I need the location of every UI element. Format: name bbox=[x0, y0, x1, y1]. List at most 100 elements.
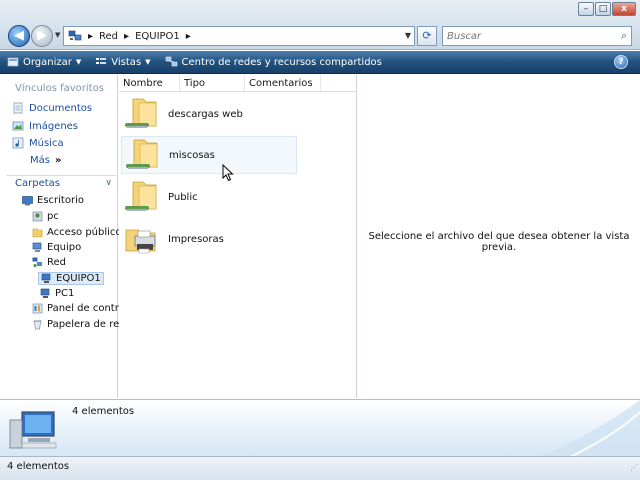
network-center-label: Centro de redes y recursos compartidos bbox=[181, 56, 382, 68]
address-bar[interactable]: ▸ Red ▸ EQUIPO1 ▸ ▼ bbox=[63, 26, 415, 46]
recent-pages-dropdown[interactable]: ▼ bbox=[55, 31, 60, 39]
network-icon bbox=[32, 257, 42, 267]
folders-header[interactable]: Carpetas ∨ bbox=[6, 175, 116, 191]
address-separator[interactable]: ▸ bbox=[124, 31, 129, 42]
forward-button[interactable]: ▶ bbox=[31, 25, 53, 47]
search-icon[interactable]: ⌕ bbox=[621, 29, 627, 43]
music-icon bbox=[12, 137, 24, 149]
network-center-icon bbox=[165, 56, 177, 67]
command-bar: Organizar ▼ Vistas ▼ Centro de redes y r… bbox=[0, 51, 640, 74]
pictures-icon bbox=[12, 121, 24, 131]
folders-heading: Carpetas bbox=[15, 178, 60, 189]
organize-label: Organizar bbox=[23, 56, 72, 68]
tree-label: Panel de contro bbox=[47, 303, 125, 314]
file-name: descargas web bbox=[168, 108, 243, 120]
tree-label: Escritorio bbox=[37, 195, 84, 206]
network-computer-icon bbox=[41, 273, 51, 283]
tree-item-papelera[interactable]: Papelera de reci bbox=[32, 319, 128, 330]
breadcrumb-equipo1[interactable]: EQUIPO1 bbox=[135, 31, 180, 42]
tree-item-red[interactable]: Red bbox=[32, 257, 66, 268]
tree-item-pc[interactable]: pc bbox=[32, 211, 59, 222]
chevron-down-icon: ▼ bbox=[145, 58, 151, 66]
refresh-button[interactable]: ⟳ bbox=[417, 26, 437, 46]
tree-label: Papelera de reci bbox=[47, 319, 128, 330]
list-item[interactable]: miscosas bbox=[121, 136, 297, 174]
more-favorites-link[interactable]: Más » bbox=[30, 155, 61, 166]
tree-item-pc1[interactable]: PC1 bbox=[40, 288, 74, 299]
network-center-button[interactable]: Centro de redes y recursos compartidos bbox=[158, 51, 389, 74]
favorite-label: Imágenes bbox=[29, 120, 79, 132]
list-item[interactable]: descargas web bbox=[121, 95, 297, 133]
mouse-cursor-icon bbox=[222, 164, 234, 182]
preview-message: Seleccione el archivo del que desea obte… bbox=[368, 231, 630, 253]
tree-item-equipo1[interactable]: EQUIPO1 bbox=[38, 272, 104, 285]
file-name: Public bbox=[168, 191, 198, 203]
resize-grip-icon[interactable]: ⋰ bbox=[630, 458, 638, 478]
window-controls: – □ x bbox=[578, 2, 636, 16]
details-pane: 4 elementos bbox=[0, 399, 640, 457]
list-item[interactable]: Impresoras bbox=[121, 220, 297, 258]
folder-icon bbox=[32, 228, 43, 238]
computer-icon bbox=[9, 411, 57, 449]
file-name: miscosas bbox=[169, 149, 215, 161]
search-box[interactable]: ⌕ bbox=[442, 26, 632, 46]
file-name: Impresoras bbox=[168, 233, 224, 245]
breadcrumb-red[interactable]: Red bbox=[99, 31, 118, 42]
title-bar: – □ x ◀ ▶ ▼ ▸ Red ▸ EQUIPO1 ▸ ▼ ⟳ ⌕ bbox=[0, 0, 640, 50]
chevron-down-icon: ▼ bbox=[55, 31, 61, 39]
tree-item-acceso-publico[interactable]: Acceso público bbox=[32, 227, 122, 238]
item-count: 4 elementos bbox=[72, 406, 135, 417]
tree-label: EQUIPO1 bbox=[56, 273, 101, 284]
column-headers: Nombre Tipo Comentarios bbox=[119, 75, 355, 92]
tree-item-equipo[interactable]: Equipo bbox=[32, 242, 81, 253]
close-button[interactable]: x bbox=[612, 2, 636, 16]
column-header-comentarios[interactable]: Comentarios bbox=[245, 75, 321, 91]
back-button[interactable]: ◀ bbox=[8, 25, 30, 47]
favorite-label: Documentos bbox=[29, 102, 93, 114]
navigation-pane: Vínculos favoritos Documentos Imágenes M… bbox=[0, 75, 128, 398]
tree-label: Acceso público bbox=[47, 227, 122, 238]
address-separator[interactable]: ▸ bbox=[186, 31, 191, 42]
shared-folder-icon bbox=[125, 98, 157, 128]
control-panel-icon bbox=[32, 303, 43, 314]
decorative-swoosh bbox=[540, 400, 640, 457]
desktop-icon bbox=[22, 196, 33, 206]
tree-label: Equipo bbox=[47, 242, 82, 253]
printer-icon bbox=[125, 229, 156, 254]
documents-icon bbox=[13, 102, 23, 114]
forward-arrow-icon: ▶ bbox=[37, 28, 47, 43]
maximize-button[interactable]: □ bbox=[595, 2, 611, 16]
views-icon bbox=[96, 58, 107, 64]
list-item[interactable]: Public bbox=[121, 178, 297, 216]
organize-menu[interactable]: Organizar ▼ bbox=[0, 51, 88, 74]
favorites-heading: Vínculos favoritos bbox=[15, 83, 104, 94]
tree-item-escritorio[interactable]: Escritorio bbox=[22, 195, 84, 206]
shared-folder-icon bbox=[125, 181, 157, 211]
network-computer-icon bbox=[40, 288, 50, 298]
user-folder-icon bbox=[32, 211, 43, 222]
favorite-musica[interactable]: Música bbox=[12, 137, 64, 149]
chevron-up-icon[interactable]: ∨ bbox=[105, 176, 112, 191]
status-text: 4 elementos bbox=[7, 461, 70, 472]
column-header-tipo[interactable]: Tipo bbox=[180, 75, 245, 91]
tree-item-panel-de-control[interactable]: Panel de contro bbox=[32, 303, 125, 314]
minimize-button[interactable]: – bbox=[578, 2, 594, 16]
chevron-down-icon: ▼ bbox=[75, 58, 82, 66]
tree-label: PC1 bbox=[55, 288, 75, 299]
tree-label: pc bbox=[47, 211, 59, 222]
favorite-documentos[interactable]: Documentos bbox=[12, 102, 92, 114]
computer-icon bbox=[32, 242, 42, 252]
favorite-imagenes[interactable]: Imágenes bbox=[12, 120, 78, 132]
refresh-icon: ⟳ bbox=[422, 29, 432, 42]
column-header-nombre[interactable]: Nombre bbox=[119, 75, 180, 91]
preview-pane: Seleccione el archivo del que desea obte… bbox=[356, 75, 640, 398]
help-icon[interactable]: ? bbox=[614, 55, 628, 69]
address-dropdown-icon[interactable]: ▼ bbox=[405, 31, 411, 40]
organize-icon bbox=[7, 57, 19, 67]
address-separator: ▸ bbox=[88, 30, 94, 42]
views-label: Vistas bbox=[111, 56, 142, 68]
search-input[interactable] bbox=[443, 27, 603, 45]
more-label: Más bbox=[30, 155, 50, 166]
double-chevron-icon: » bbox=[54, 155, 62, 166]
views-menu[interactable]: Vistas ▼ bbox=[88, 51, 157, 74]
